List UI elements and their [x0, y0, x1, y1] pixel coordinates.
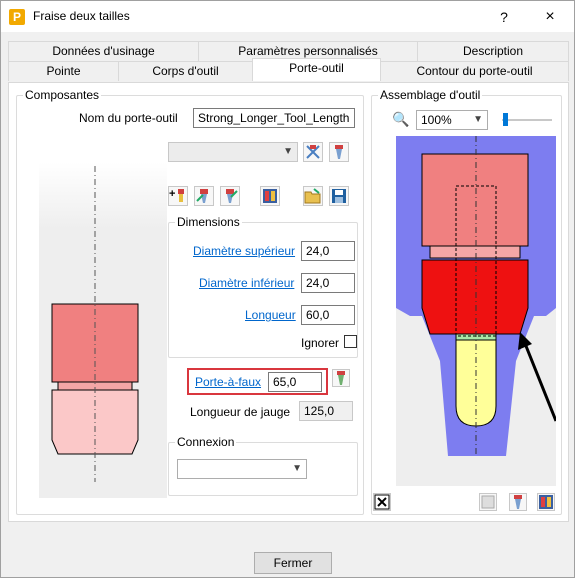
ignore-label: Ignorer	[301, 336, 340, 350]
tool-library-icon	[306, 145, 320, 159]
overhang-input[interactable]: 65,0	[268, 372, 322, 392]
close-box-icon	[374, 494, 390, 510]
close-window-button[interactable]: ×	[535, 6, 565, 28]
dimensions-group: Dimensions Diamètre supérieur 24,0 Diamè…	[168, 215, 358, 358]
svg-text:+: +	[169, 188, 175, 200]
gauge-length-input: 125,0	[299, 401, 353, 421]
holder-database-button[interactable]	[260, 186, 280, 206]
help-button[interactable]: ?	[489, 6, 519, 28]
composantes-title: Composantes	[23, 88, 102, 102]
tab-description[interactable]: Description	[417, 41, 569, 61]
length-link[interactable]: Longueur	[245, 308, 296, 322]
holder-preview-drawing	[39, 162, 167, 498]
top-diameter-link[interactable]: Diamètre supérieur	[193, 244, 295, 258]
window-title: Fraise deux tailles	[33, 9, 130, 23]
pointer-arrow-line	[524, 345, 556, 422]
fit-view-button[interactable]	[373, 493, 391, 511]
holder-library-edit-button[interactable]	[303, 142, 323, 162]
holder-name-label: Nom du porte-outil	[79, 111, 178, 125]
tab-strip: Données d'usinage Paramètres personnalis…	[8, 41, 569, 83]
zoom-icon: 🔍	[392, 111, 410, 127]
assembly-view-icon	[481, 495, 495, 509]
connexion-select[interactable]: ▼	[177, 459, 307, 479]
floppy-disk-icon	[332, 189, 346, 203]
export-holder-icon	[226, 189, 238, 203]
tool-export-icon	[514, 495, 522, 509]
zoom-select[interactable]: 100% ▼	[416, 110, 488, 130]
tool-save-icon	[335, 145, 343, 159]
title-bar: P Fraise deux tailles ? ×	[1, 1, 574, 32]
export-holder-button[interactable]	[220, 186, 240, 206]
tab-donnees-usinage[interactable]: Données d'usinage	[8, 41, 199, 61]
assembly-holder-upper	[421, 153, 529, 247]
holder-preview	[39, 162, 167, 498]
zoom-slider-thumb[interactable]	[503, 113, 508, 126]
zoom-value: 100%	[421, 113, 452, 127]
assembly-title: Assemblage d'outil	[378, 88, 483, 102]
tab-contour-porte-outil[interactable]: Contour du porte-outil	[380, 61, 569, 81]
bottom-diameter-link[interactable]: Diamètre inférieur	[199, 276, 294, 290]
tab-pointe[interactable]: Pointe	[8, 61, 119, 81]
import-holder-icon	[196, 189, 208, 203]
chevron-down-icon: ▼	[292, 463, 302, 474]
save-file-button[interactable]	[329, 186, 349, 206]
dimensions-title: Dimensions	[175, 215, 242, 229]
top-diameter-input[interactable]: 24,0	[301, 241, 355, 261]
ignore-checkbox[interactable]	[344, 335, 357, 348]
tab-porte-outil[interactable]: Porte-outil	[252, 58, 381, 81]
add-holder-button[interactable]: +	[168, 186, 188, 206]
assembly-export-button[interactable]	[509, 493, 527, 511]
assembly-holder-collar	[429, 245, 521, 259]
app-icon: P	[9, 9, 25, 25]
assembly-drawing	[396, 136, 556, 456]
assembly-group: Assemblage d'outil 🔍 100% ▼	[371, 88, 562, 515]
fermer-button[interactable]: Fermer	[254, 552, 332, 574]
chevron-down-icon: ▼	[283, 146, 293, 157]
connexion-group: Connexion ▼	[168, 435, 358, 496]
assembly-preview	[396, 136, 556, 486]
assembly-database-button[interactable]	[537, 493, 555, 511]
holder-library-save-button[interactable]	[329, 142, 349, 162]
import-holder-button[interactable]	[194, 186, 214, 206]
bottom-diameter-input[interactable]: 24,0	[301, 273, 355, 293]
tab-panel-porte-outil: Composantes Nom du porte-outil Strong_Lo…	[8, 82, 569, 522]
overhang-calc-button[interactable]	[332, 369, 350, 387]
open-file-button[interactable]	[303, 186, 323, 206]
add-holder-icon: +	[169, 188, 184, 202]
tool-measure-icon	[337, 371, 345, 385]
assembly-collet	[421, 259, 529, 335]
length-input[interactable]: 60,0	[301, 305, 355, 325]
connexion-title: Connexion	[175, 435, 237, 449]
dialog-window: P Fraise deux tailles ? × Données d'usin…	[0, 0, 575, 578]
tab-corps-outil[interactable]: Corps d'outil	[118, 61, 253, 81]
gauge-length-label: Longueur de jauge	[190, 405, 291, 419]
overhang-highlight: Porte-à-faux 65,0	[187, 368, 328, 395]
chevron-down-icon: ▼	[473, 114, 483, 125]
database-icon	[539, 495, 553, 509]
holder-library-select[interactable]: ▼	[168, 142, 298, 162]
assembly-view-disabled-button[interactable]	[479, 493, 497, 511]
composantes-group: Composantes Nom du porte-outil Strong_Lo…	[16, 88, 364, 515]
folder-open-icon	[304, 188, 321, 204]
zoom-slider-track[interactable]	[502, 119, 552, 121]
overhang-link[interactable]: Porte-à-faux	[195, 375, 261, 389]
database-icon	[263, 189, 277, 203]
holder-name-input[interactable]: Strong_Longer_Tool_Length	[193, 108, 355, 128]
